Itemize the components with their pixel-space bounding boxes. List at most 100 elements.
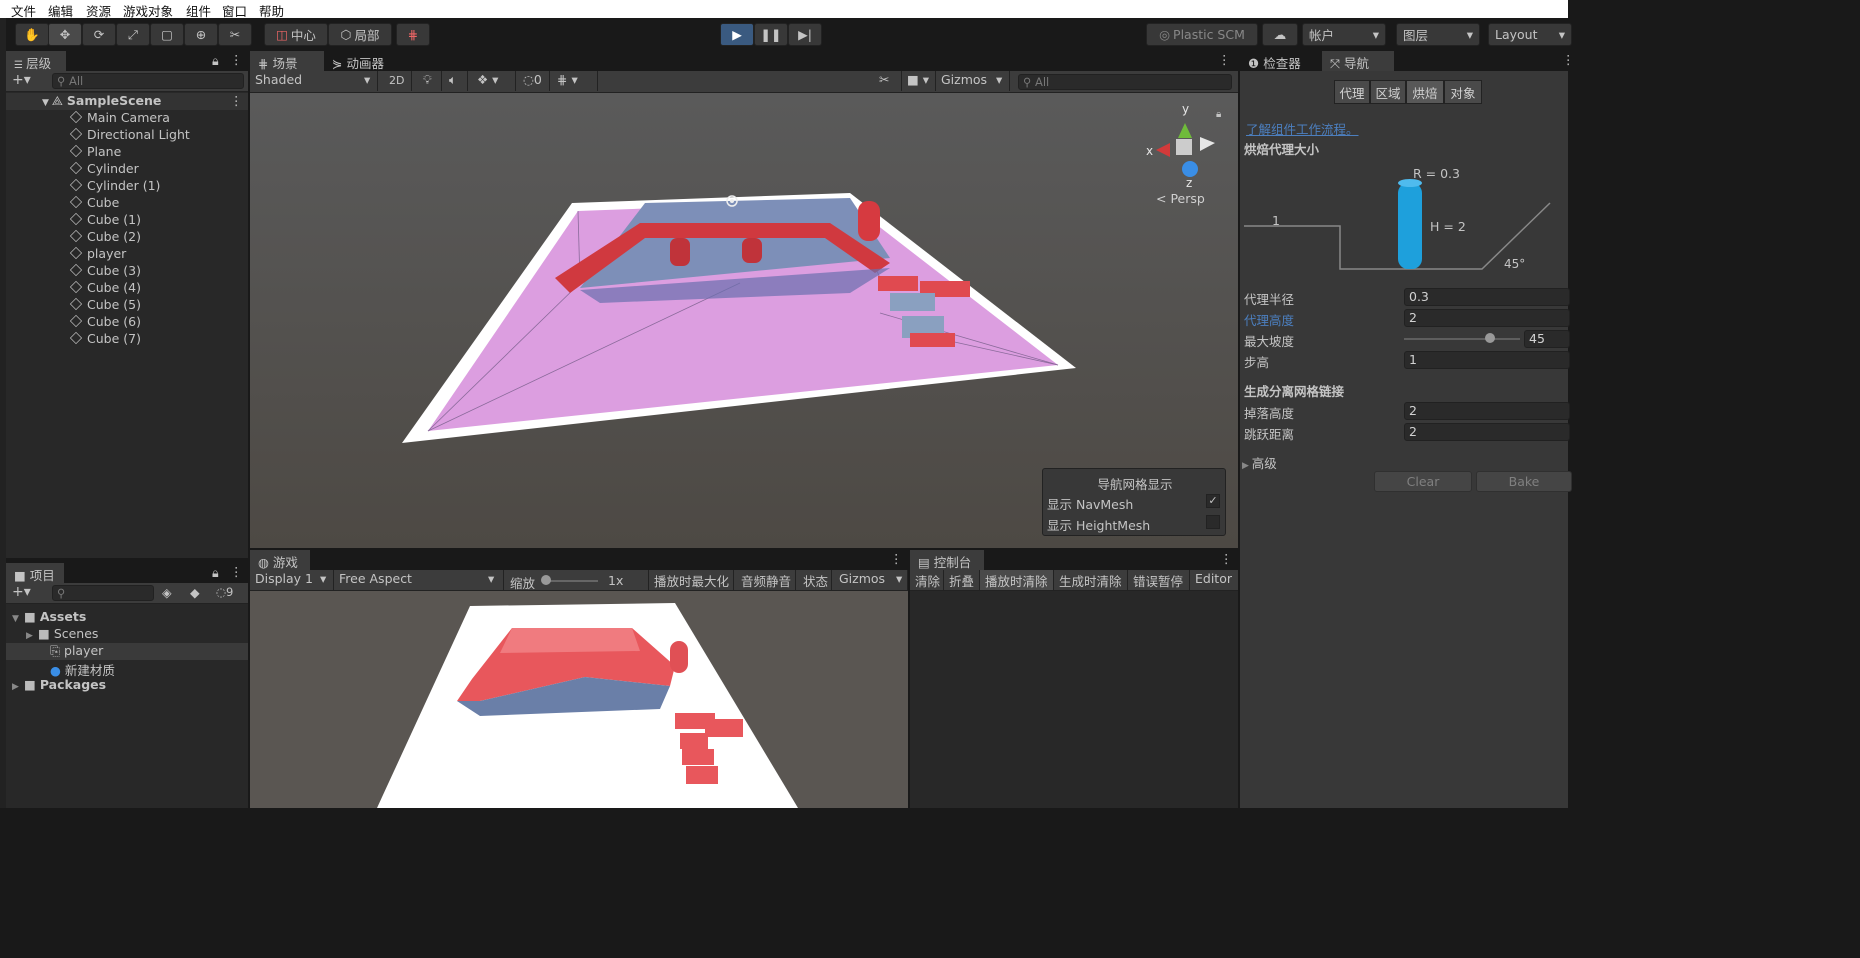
effects-dropdown[interactable]: ❖ ▾ — [472, 71, 516, 91]
error-pause-toggle[interactable]: 错误暂停 — [1128, 570, 1190, 590]
clear-on-play-toggle[interactable]: 播放时清除 — [980, 570, 1054, 590]
camera-dropdown[interactable]: ■ ▾ — [902, 71, 936, 91]
tab-hierarchy[interactable]: ☰ 层级 — [6, 51, 66, 71]
hierarchy-item[interactable]: Cube (4) — [6, 280, 248, 297]
layout-dropdown[interactable]: Layout ▾ — [1488, 23, 1572, 46]
aspect-dropdown[interactable]: Free Aspect ▾ — [334, 570, 504, 590]
expand-arrow-icon[interactable]: ▼ — [12, 614, 24, 624]
drop-height-field[interactable]: 2 — [1404, 402, 1570, 420]
kebab-menu-icon[interactable]: ⋮ — [230, 52, 243, 67]
segment-areas[interactable]: 区域 — [1370, 80, 1406, 104]
agent-height-field[interactable]: 2 — [1404, 309, 1570, 327]
stats-toggle[interactable]: 状态 — [798, 570, 832, 590]
layers-dropdown[interactable]: 图层 ▾ — [1396, 23, 1480, 46]
pause-button[interactable]: ❚❚ — [754, 23, 788, 46]
gizmos-dropdown[interactable]: Gizmos ▾ — [936, 71, 1010, 91]
tab-game[interactable]: ◍ 游戏 — [250, 550, 310, 570]
plastic-scm-button[interactable]: ◎ Plastic SCM — [1146, 23, 1258, 46]
agent-radius-field[interactable]: 0.3 — [1404, 288, 1570, 306]
project-search-input[interactable]: ⚲ — [52, 585, 154, 601]
project-tree-item[interactable]: ● 新建材质 — [6, 660, 248, 678]
mute-audio-toggle[interactable]: 音频静音 — [736, 570, 796, 590]
max-slope-field[interactable]: 45 — [1524, 330, 1570, 348]
hierarchy-item[interactable]: Cylinder — [6, 161, 248, 178]
show-navmesh-checkbox[interactable]: ✓ — [1206, 494, 1220, 508]
lock-icon[interactable]: 🔒︎ — [212, 53, 219, 69]
gizmo-lock-icon[interactable]: 🔒︎ — [1216, 109, 1221, 120]
bake-button[interactable]: Bake — [1476, 471, 1572, 492]
step-button[interactable]: ▶| — [788, 23, 822, 46]
shading-mode-dropdown[interactable]: Shaded ▾ — [250, 71, 378, 91]
grid-snap-button[interactable]: ⋕ — [396, 23, 430, 46]
scene-row[interactable]: ▼ ⟁ SampleScene ⋮ — [6, 93, 248, 110]
cylinder[interactable] — [858, 201, 880, 241]
account-dropdown[interactable]: 帐户 ▾ — [1302, 23, 1386, 46]
show-heightmesh-checkbox[interactable] — [1206, 515, 1220, 529]
2d-toggle[interactable]: 2D — [384, 71, 412, 91]
kebab-menu-icon[interactable]: ⋮ — [230, 564, 243, 579]
segment-bake[interactable]: 烘焙 — [1406, 80, 1444, 104]
kebab-menu-icon[interactable]: ⋮ — [1562, 52, 1575, 67]
hierarchy-item[interactable]: Main Camera — [6, 110, 248, 127]
persp-label[interactable]: < Persp — [1156, 191, 1205, 206]
advanced-foldout[interactable]: ▶ 高级 — [1242, 453, 1277, 472]
pivot-local-button[interactable]: ⬡ 局部 — [328, 23, 392, 46]
hierarchy-item[interactable]: Cube — [6, 195, 248, 212]
segment-object[interactable]: 对象 — [1444, 80, 1482, 104]
kebab-menu-icon[interactable]: ⋮ — [230, 93, 243, 108]
game-gizmos-dropdown[interactable]: Gizmos ▾ — [834, 570, 908, 590]
hand-tool-button[interactable]: ✋ — [15, 23, 49, 46]
add-dropdown[interactable]: +▾ — [12, 584, 31, 600]
tab-animator[interactable]: ⋟ 动画器 — [324, 51, 410, 71]
hierarchy-item[interactable]: Cube (5) — [6, 297, 248, 314]
collapse-toggle[interactable]: 折叠 — [944, 570, 980, 590]
scale-tool-button[interactable]: ⤢ — [116, 23, 150, 46]
rotate-tool-button[interactable]: ⟳ — [82, 23, 116, 46]
move-tool-button[interactable]: ✥ — [48, 23, 82, 46]
hierarchy-item[interactable]: Directional Light — [6, 127, 248, 144]
hierarchy-item[interactable]: Cylinder (1) — [6, 178, 248, 195]
clear-button[interactable]: 清除 — [910, 570, 944, 590]
filter-type-icon[interactable]: ◈ — [162, 585, 172, 600]
pillar-1[interactable] — [670, 238, 690, 266]
segment-agents[interactable]: 代理 — [1334, 80, 1370, 104]
tab-navigation[interactable]: ⤧ 导航 — [1322, 51, 1394, 71]
lighting-toggle[interactable]: 💡︎ — [418, 71, 442, 91]
add-dropdown[interactable]: +▾ — [12, 72, 31, 88]
hierarchy-item[interactable]: Plane — [6, 144, 248, 161]
kebab-menu-icon[interactable]: ⋮ — [1220, 551, 1233, 566]
game-viewport[interactable] — [250, 591, 908, 808]
learn-workflow-link[interactable]: 了解组件工作流程。 — [1246, 119, 1359, 138]
step-height-field[interactable]: 1 — [1404, 351, 1570, 369]
project-tree-item[interactable]: ▶ ■ Packages — [6, 677, 248, 694]
max-slope-slider-track[interactable] — [1404, 338, 1520, 340]
filter-label-icon[interactable]: ◆ — [190, 585, 200, 600]
scene-visibility-toggle[interactable]: ◌0 — [518, 71, 550, 91]
pillar-2[interactable] — [742, 238, 762, 263]
cloud-button[interactable]: ☁ — [1262, 23, 1298, 46]
scene-search-input[interactable]: ⚲ All — [1018, 74, 1232, 90]
hierarchy-item[interactable]: Cube (6) — [6, 314, 248, 331]
rect-tool-button[interactable]: ▢ — [150, 23, 184, 46]
play-button[interactable]: ▶ — [720, 23, 754, 46]
editor-dropdown[interactable]: Editor — [1190, 570, 1238, 590]
transform-tool-button[interactable]: ⊕ — [184, 23, 218, 46]
hierarchy-item[interactable]: player — [6, 246, 248, 263]
pivot-center-button[interactable]: ◫ 中心 — [264, 23, 328, 46]
grid-dropdown[interactable]: ⋕ ▾ — [552, 71, 598, 91]
audio-toggle[interactable]: 🔈︎ — [444, 71, 468, 91]
project-tree-item[interactable]: ⎘ player — [6, 643, 248, 660]
expand-arrow-icon[interactable]: ▶ — [12, 682, 24, 692]
kebab-menu-icon[interactable]: ⋮ — [890, 551, 903, 566]
tab-inspector[interactable]: ❶ 检查器 — [1240, 51, 1322, 71]
project-tree-item[interactable]: ▶ ■ Scenes — [6, 626, 248, 643]
lock-icon[interactable]: 🔒︎ — [212, 565, 219, 581]
hierarchy-item[interactable]: Cube (3) — [6, 263, 248, 280]
jump-distance-field[interactable]: 2 — [1404, 423, 1570, 441]
maximize-on-play-toggle[interactable]: 播放时最大化 — [648, 570, 734, 590]
tab-scene[interactable]: ⋕ 场景 — [250, 51, 324, 71]
hidden-count[interactable]: ◌9 — [216, 585, 233, 599]
display-dropdown[interactable]: Display 1 ▾ — [250, 570, 334, 590]
clear-on-build-toggle[interactable]: 生成时清除 — [1054, 570, 1128, 590]
hierarchy-item[interactable]: Cube (2) — [6, 229, 248, 246]
